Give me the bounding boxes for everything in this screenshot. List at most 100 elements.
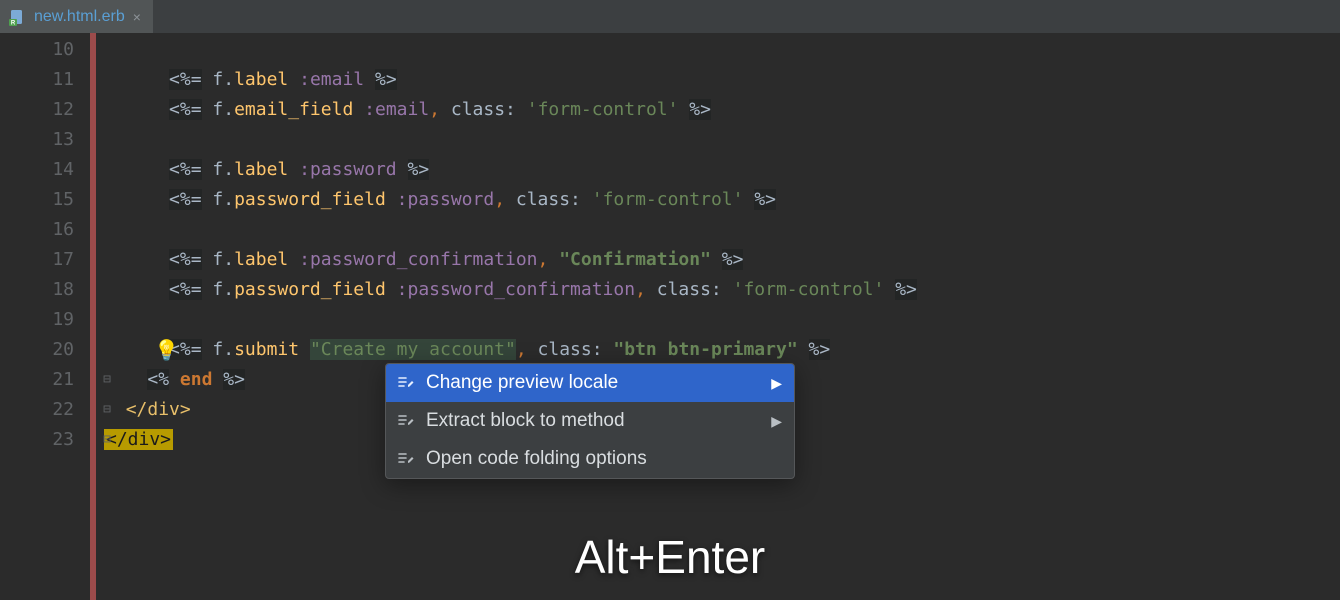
code-line[interactable]: <%= f.password_field :password, class: '… bbox=[104, 185, 917, 215]
intention-bulb-icon[interactable]: 💡 bbox=[154, 335, 179, 365]
code-line[interactable] bbox=[104, 35, 917, 65]
code-area[interactable]: <%= f.label :email %> <%= f.email_field … bbox=[90, 33, 917, 600]
menu-item[interactable]: Extract block to method▶ bbox=[386, 402, 794, 440]
code-token: %> bbox=[722, 249, 744, 270]
code-token bbox=[743, 189, 754, 210]
tab-bar: R new.html.erb × bbox=[0, 0, 1340, 33]
code-token: <%= bbox=[169, 69, 202, 90]
tab-filename: new.html.erb bbox=[34, 8, 125, 26]
code-token: :password_confirmation bbox=[397, 279, 635, 300]
code-token bbox=[202, 249, 213, 270]
code-token: f bbox=[212, 159, 223, 180]
menu-item-label: Open code folding options bbox=[426, 448, 782, 470]
code-token: label bbox=[234, 159, 288, 180]
code-token bbox=[104, 189, 169, 210]
code-token: class: bbox=[516, 189, 581, 210]
line-number: 23 bbox=[0, 425, 74, 455]
code-token: "Create my account" bbox=[310, 339, 516, 360]
code-line[interactable] bbox=[104, 305, 917, 335]
edit-icon bbox=[396, 412, 416, 430]
code-token bbox=[202, 69, 213, 90]
code-token: %> bbox=[754, 189, 776, 210]
code-token: class: bbox=[657, 279, 722, 300]
editor[interactable]: 1011121314151617181920212223 <%= f.label… bbox=[0, 33, 1340, 600]
code-token: "Confirmation" bbox=[559, 249, 711, 270]
code-token bbox=[104, 279, 169, 300]
code-token bbox=[288, 249, 299, 270]
menu-item[interactable]: Change preview locale ▶ bbox=[386, 364, 794, 402]
code-token: f bbox=[212, 279, 223, 300]
code-token bbox=[798, 339, 809, 360]
code-line[interactable] bbox=[104, 215, 917, 245]
code-token: end bbox=[180, 369, 213, 390]
menu-item-label: Change preview locale bbox=[426, 372, 761, 394]
edit-icon bbox=[396, 374, 416, 392]
code-token: </div> bbox=[126, 399, 191, 420]
code-line[interactable]: <%= f.label :password_confirmation, "Con… bbox=[104, 245, 917, 275]
code-token: %> bbox=[223, 369, 245, 390]
fold-handle-icon[interactable]: ⊟ bbox=[101, 425, 113, 455]
code-token: email_field bbox=[234, 99, 353, 120]
code-token: . bbox=[223, 99, 234, 120]
code-token bbox=[364, 69, 375, 90]
code-line[interactable]: <%= f.email_field :email, class: 'form-c… bbox=[104, 95, 917, 125]
close-icon[interactable]: × bbox=[133, 9, 141, 25]
code-token bbox=[353, 99, 364, 120]
code-token: <%= bbox=[169, 99, 202, 120]
code-line[interactable]: 💡 <%= f.submit "Create my account", clas… bbox=[104, 335, 917, 365]
code-token bbox=[169, 369, 180, 390]
code-token: label bbox=[234, 69, 288, 90]
code-token: , bbox=[538, 249, 549, 270]
code-token bbox=[548, 249, 559, 270]
code-token bbox=[202, 99, 213, 120]
code-token: %> bbox=[408, 159, 430, 180]
code-token bbox=[104, 159, 169, 180]
code-token bbox=[884, 279, 895, 300]
menu-item[interactable]: Open code folding options bbox=[386, 440, 794, 478]
edit-icon bbox=[396, 450, 416, 468]
intention-actions-menu[interactable]: Change preview locale ▶ Extract block to m… bbox=[385, 363, 795, 479]
code-line[interactable]: <%= f.label :password %> bbox=[104, 155, 917, 185]
code-token: password_field bbox=[234, 279, 386, 300]
code-token bbox=[202, 279, 213, 300]
code-token bbox=[527, 339, 538, 360]
code-token: , bbox=[516, 339, 527, 360]
code-token bbox=[288, 69, 299, 90]
code-token: . bbox=[223, 249, 234, 270]
code-token: . bbox=[223, 279, 234, 300]
code-token bbox=[104, 99, 169, 120]
code-token: %> bbox=[689, 99, 711, 120]
code-token: </div> bbox=[104, 429, 173, 450]
code-token bbox=[711, 249, 722, 270]
fold-handle-icon[interactable]: ⊟ bbox=[101, 365, 113, 395]
line-number: 12 bbox=[0, 95, 74, 125]
code-line[interactable] bbox=[104, 125, 917, 155]
line-number: 15 bbox=[0, 185, 74, 215]
code-token: class: bbox=[538, 339, 603, 360]
code-token: f bbox=[212, 69, 223, 90]
code-token: , bbox=[429, 99, 440, 120]
fold-handle-icon[interactable]: ⊟ bbox=[101, 395, 113, 425]
code-token bbox=[386, 279, 397, 300]
line-number: 11 bbox=[0, 65, 74, 95]
code-token: , bbox=[494, 189, 505, 210]
code-token: <%= bbox=[169, 189, 202, 210]
line-number: 21 bbox=[0, 365, 74, 395]
line-number: 14 bbox=[0, 155, 74, 185]
svg-text:R: R bbox=[11, 20, 16, 26]
code-token: :email bbox=[364, 99, 429, 120]
line-number: 20 bbox=[0, 335, 74, 365]
code-token bbox=[581, 189, 592, 210]
code-token bbox=[386, 189, 397, 210]
code-token bbox=[678, 99, 689, 120]
code-token: 'form-control' bbox=[592, 189, 744, 210]
code-token: . bbox=[223, 69, 234, 90]
code-token: 'form-control' bbox=[527, 99, 679, 120]
editor-tab[interactable]: R new.html.erb × bbox=[0, 0, 153, 33]
code-token: "btn btn-primary" bbox=[613, 339, 797, 360]
code-token: <% bbox=[147, 369, 169, 390]
chevron-right-icon: ▶ bbox=[771, 375, 782, 392]
code-line[interactable]: <%= f.password_field :password_confirmat… bbox=[104, 275, 917, 305]
code-line[interactable]: <%= f.label :email %> bbox=[104, 65, 917, 95]
code-token bbox=[440, 99, 451, 120]
